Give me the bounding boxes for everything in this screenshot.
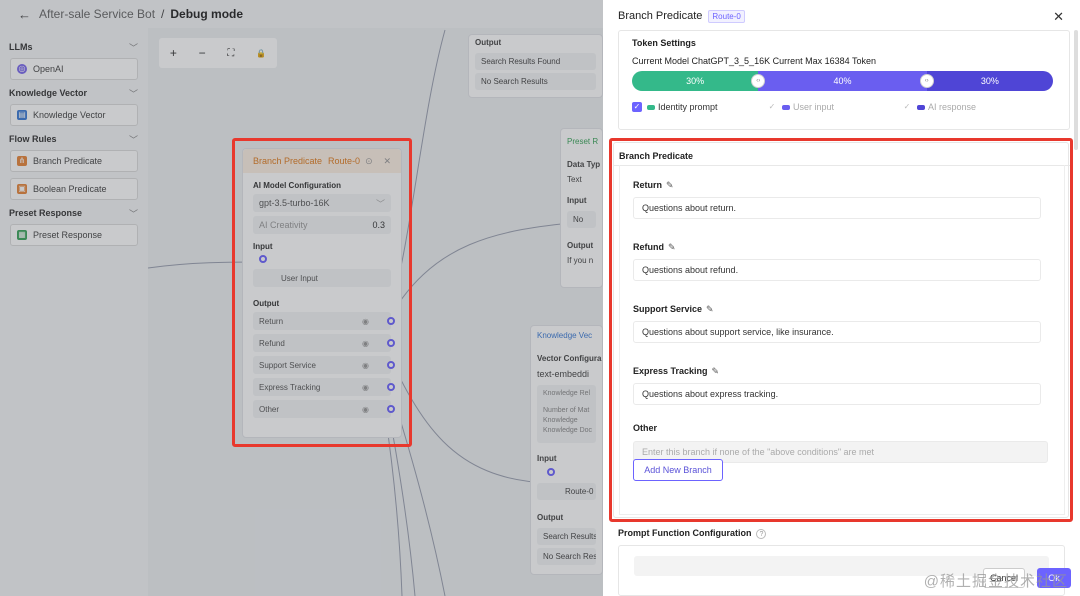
modal-overlay[interactable] bbox=[0, 0, 603, 596]
token-segment-identity: 30% bbox=[632, 71, 759, 91]
route-tag: Route-0 bbox=[708, 9, 745, 23]
app-window: ← After-sale Service Bot / Debug mode LL… bbox=[0, 0, 1080, 596]
token-allocation-bar[interactable]: 30% 40% 30% bbox=[632, 71, 1053, 91]
close-icon[interactable]: ✕ bbox=[1053, 9, 1064, 25]
branch-name: Support Service bbox=[633, 304, 703, 314]
token-settings-title: Token Settings bbox=[632, 38, 696, 48]
branch-input-refund[interactable]: Questions about refund. bbox=[633, 259, 1041, 281]
drawer-title: Branch Predicate bbox=[618, 10, 703, 22]
prompt-function-title: Prompt Function Configuration? bbox=[618, 528, 767, 539]
branch-input-return[interactable]: Questions about return. bbox=[633, 197, 1041, 219]
legend-label: Identity prompt bbox=[658, 102, 718, 112]
edit-icon[interactable]: ✎ bbox=[666, 180, 674, 190]
branch-label-other: Other bbox=[633, 423, 658, 433]
branch-label-express-tracking: Express Tracking ✎ bbox=[633, 366, 719, 377]
checkbox-disabled-icon: ✓ bbox=[903, 102, 911, 111]
branch-label-refund: Refund ✎ bbox=[633, 242, 676, 253]
segment-label: 30% bbox=[980, 76, 999, 86]
edit-icon[interactable]: ✎ bbox=[706, 304, 714, 314]
color-swatch bbox=[782, 104, 790, 110]
segment-label: 30% bbox=[686, 76, 705, 86]
checkbox-disabled-icon: ✓ bbox=[768, 102, 776, 111]
branch-input-express-tracking[interactable]: Questions about express tracking. bbox=[633, 383, 1041, 405]
legend-label: AI response bbox=[928, 102, 977, 112]
edit-icon[interactable]: ✎ bbox=[712, 366, 720, 376]
slider-handle[interactable]: ‹› bbox=[919, 74, 934, 88]
legend-label: User input bbox=[793, 102, 835, 112]
legend-identity-prompt[interactable]: ✓ Identity prompt bbox=[632, 102, 718, 112]
branch-name: Refund bbox=[633, 242, 664, 252]
token-segment-user: 40% bbox=[758, 71, 927, 91]
segment-label: 40% bbox=[833, 76, 852, 86]
branch-name: Return bbox=[633, 180, 662, 190]
legend-user-input: ✓ User input bbox=[767, 102, 834, 112]
drawer-header: Branch Predicate Route-0 bbox=[603, 0, 1080, 32]
scrollbar[interactable] bbox=[1074, 30, 1078, 150]
token-segment-ai: 30% bbox=[926, 71, 1053, 91]
token-model-info: Current Model ChatGPT_3_5_16K Current Ma… bbox=[632, 56, 876, 66]
color-swatch bbox=[917, 104, 925, 110]
branch-label-support-service: Support Service ✎ bbox=[633, 304, 714, 315]
branch-name: Express Tracking bbox=[633, 366, 708, 376]
branch-predicate-card: Branch Predicate Return ✎ Questions about… bbox=[613, 142, 1070, 518]
branch-input-support-service[interactable]: Questions about support service, like in… bbox=[633, 321, 1041, 343]
legend-ai-response: ✓ AI response bbox=[902, 102, 976, 112]
branch-label-return: Return ✎ bbox=[633, 180, 674, 191]
token-settings-card: Token Settings Current Model ChatGPT_3_5… bbox=[618, 30, 1070, 130]
card-title: Branch Predicate bbox=[619, 151, 694, 161]
branch-list: Return ✎ Questions about return. Refund ✎ … bbox=[619, 165, 1065, 515]
watermark: @稀土掘金技术社区 bbox=[923, 573, 1068, 590]
checkbox-checked-icon[interactable]: ✓ bbox=[632, 102, 642, 112]
section-title: Prompt Function Configuration bbox=[618, 528, 752, 538]
edit-icon[interactable]: ✎ bbox=[668, 242, 676, 252]
color-swatch bbox=[647, 104, 655, 110]
add-new-branch-button[interactable]: Add New Branch bbox=[633, 459, 723, 481]
help-icon[interactable]: ? bbox=[756, 529, 767, 539]
